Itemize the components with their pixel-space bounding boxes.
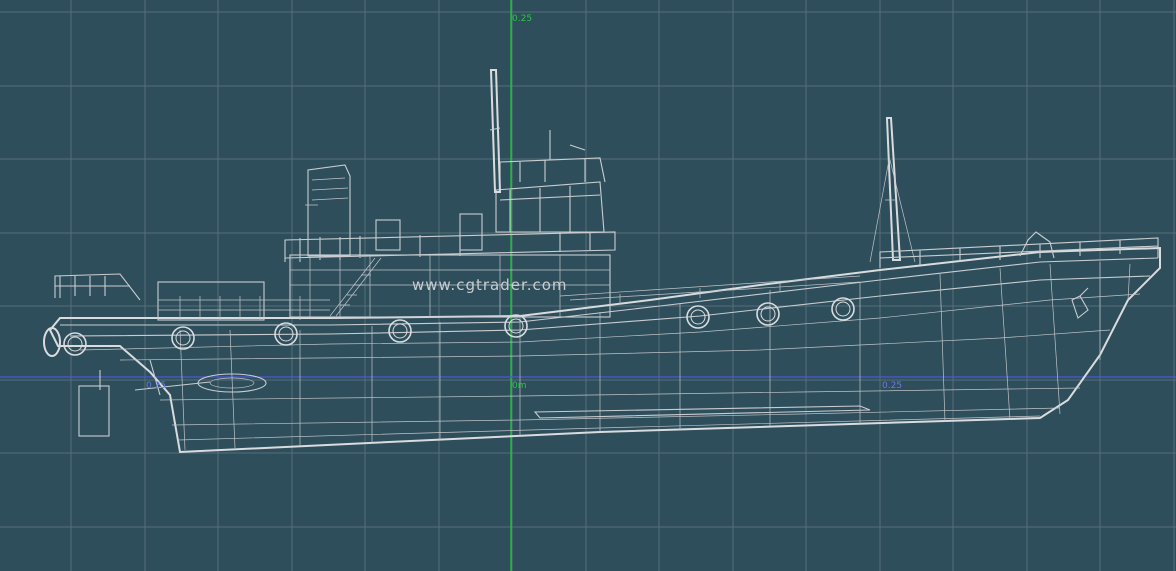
main-mast (489, 69, 502, 193)
tire-fenders (63, 297, 855, 356)
hull-frames (179, 262, 1131, 451)
axis-label-horizontal-left: 0.25 (146, 381, 166, 391)
tire-fender (388, 319, 412, 343)
viewport-grid (0, 0, 1176, 571)
tire-fender (504, 314, 528, 338)
viewport-canvas[interactable]: www.cgtrader.com 0.25 0m 0.25 0.25 (0, 0, 1176, 571)
axis-label-origin: 0m (512, 381, 527, 391)
axis-label-horizontal-right: 0.25 (882, 381, 902, 391)
hull-frame (1049, 263, 1061, 415)
ship-wireframe-icon[interactable] (43, 69, 1161, 454)
stern-deck-box (157, 281, 265, 321)
tire-fender (171, 326, 195, 350)
fore-mast (885, 117, 902, 261)
wireframe-viewport[interactable]: www.cgtrader.com 0.25 0m 0.25 0.25 (0, 0, 1176, 571)
deck-machinery-2 (459, 213, 483, 251)
watermark-text: www.cgtrader.com (412, 276, 568, 294)
hull-frame (229, 329, 236, 449)
rudder (78, 385, 110, 437)
tire-fender (831, 297, 855, 321)
bow-railing (879, 237, 1159, 268)
upper-deck-railing (284, 231, 616, 262)
hull-outline (48, 246, 1161, 454)
deck-machinery-1 (375, 219, 401, 251)
stern-railing (54, 273, 141, 301)
stairway (329, 257, 382, 317)
deck-line (60, 257, 1159, 326)
axis-label-vertical-top: 0.25 (512, 14, 532, 24)
anchor (1071, 287, 1089, 319)
hull-frame (999, 267, 1011, 421)
wheelhouse-roof-rail (499, 157, 606, 183)
hull-frame (939, 273, 946, 423)
